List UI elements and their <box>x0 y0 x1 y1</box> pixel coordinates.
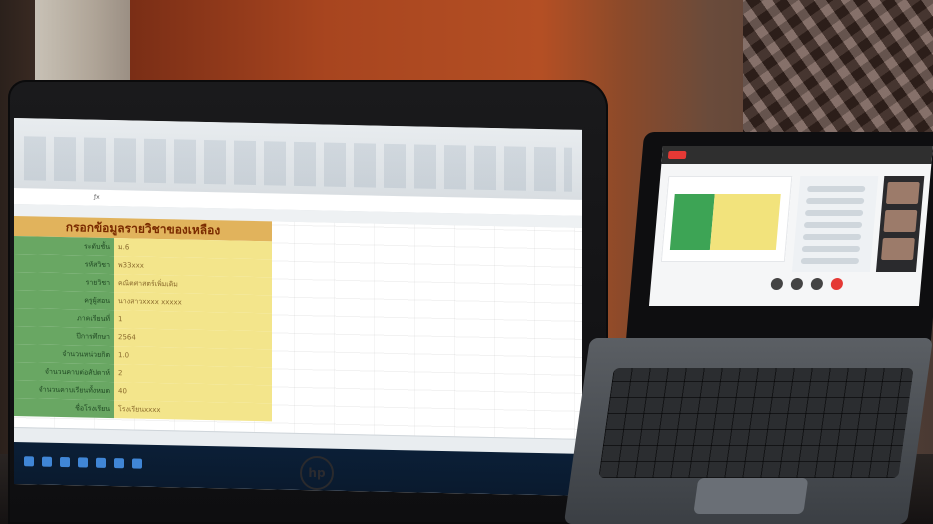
chat-line <box>801 246 861 252</box>
chat-line <box>804 210 864 216</box>
taskbar-app-icon[interactable] <box>96 457 106 468</box>
chat-line <box>802 234 862 240</box>
taskbar-app-icon[interactable] <box>114 458 124 469</box>
excel-ribbon <box>14 118 582 201</box>
recording-indicator-icon <box>667 151 687 159</box>
taskbar-app-icon[interactable] <box>60 456 70 468</box>
field-label: ภาคเรียนที่ <box>14 308 114 329</box>
shared-slide <box>660 176 793 262</box>
camera-button[interactable] <box>790 278 804 290</box>
touchpad <box>693 478 809 514</box>
chat-line <box>803 222 863 228</box>
participant-video[interactable] <box>880 238 915 260</box>
right-laptop-base <box>563 338 933 524</box>
field-label: จำนวนคาบต่อสัปดาห์ <box>14 362 114 383</box>
share-button[interactable] <box>810 278 824 290</box>
field-label: รหัสวิชา <box>14 254 114 275</box>
chat-panel <box>791 176 879 272</box>
taskbar-app-icon[interactable] <box>42 456 52 467</box>
left-laptop: ƒx กรอกข้อมูลรายวิชาของเหลือง ระดับชั้น … <box>8 80 608 524</box>
fx-icon: ƒx <box>94 193 100 201</box>
subject-info-form: กรอกข้อมูลรายวิชาของเหลือง ระดับชั้น ม.6… <box>14 216 272 422</box>
field-label: จำนวนหน่วยกิต <box>14 344 114 365</box>
field-label: ชื่อโรงเรียน <box>14 398 114 419</box>
chat-line <box>805 198 865 204</box>
field-label: รายวิชา <box>14 272 114 293</box>
ribbon-controls-blur <box>24 136 572 192</box>
meeting-topbar <box>661 146 933 164</box>
decorative-lattice <box>743 0 933 150</box>
field-label: จำนวนคาบเรียนทั้งหมด <box>14 380 114 401</box>
slide-green-block <box>669 194 715 250</box>
excel-screen: ƒx กรอกข้อมูลรายวิชาของเหลือง ระดับชั้น … <box>14 118 582 496</box>
taskbar-icons <box>24 456 142 469</box>
taskbar-app-icon[interactable] <box>132 458 142 469</box>
field-label: ครูผู้สอน <box>14 290 114 311</box>
field-label: ระดับชั้น <box>14 236 114 257</box>
chat-line <box>800 258 860 264</box>
photo-scene: ƒx กรอกข้อมูลรายวิชาของเหลือง ระดับชั้น … <box>0 0 933 524</box>
right-laptop <box>563 132 933 524</box>
field-label: ปีการศึกษา <box>14 326 114 347</box>
end-call-button[interactable] <box>830 278 844 290</box>
meeting-controls <box>770 278 844 290</box>
keyboard <box>598 368 914 478</box>
right-laptop-lid <box>625 132 933 342</box>
participant-videos <box>875 176 925 272</box>
chat-line <box>806 186 866 192</box>
field-value[interactable]: โรงเรียนxxxx <box>114 400 272 422</box>
meeting-screen <box>648 146 933 306</box>
participant-video[interactable] <box>885 182 920 204</box>
mic-button[interactable] <box>770 278 784 290</box>
hp-logo: hp <box>300 456 334 490</box>
slide-yellow-block <box>709 194 781 250</box>
taskbar-app-icon[interactable] <box>24 456 34 467</box>
taskbar-app-icon[interactable] <box>78 457 88 468</box>
participant-video[interactable] <box>883 210 918 232</box>
